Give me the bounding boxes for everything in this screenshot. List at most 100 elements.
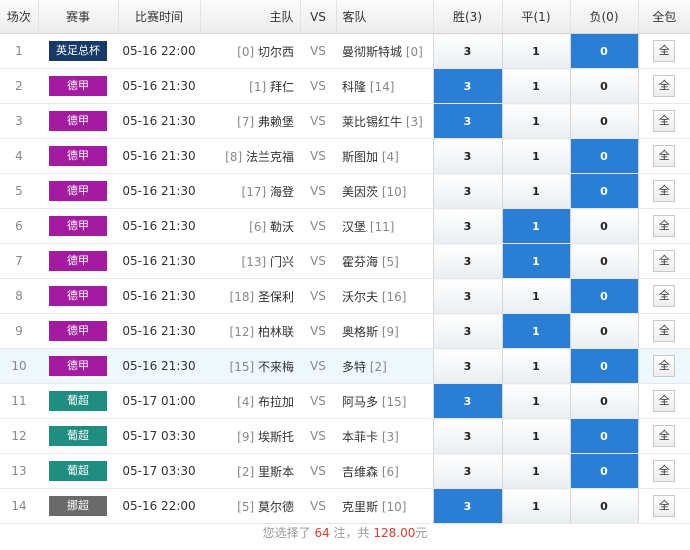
- odds-loss-cell[interactable]: 0: [569, 348, 638, 384]
- away-team[interactable]: 汉堡: [342, 220, 366, 234]
- away-team[interactable]: 曼彻斯特城: [342, 45, 402, 59]
- home-team[interactable]: 不来梅: [258, 360, 294, 374]
- odds-loss-cell[interactable]: 0: [569, 173, 638, 209]
- select-all-button[interactable]: 全: [653, 75, 676, 97]
- away-team[interactable]: 吉维森: [342, 465, 378, 479]
- select-all-button[interactable]: 全: [653, 250, 676, 272]
- home-team[interactable]: 法兰克福: [246, 150, 294, 164]
- header-league: 赛事: [38, 0, 119, 34]
- select-all-button[interactable]: 全: [653, 110, 676, 132]
- home-team[interactable]: 海登: [270, 185, 294, 199]
- odds-draw-cell[interactable]: 1: [501, 173, 570, 209]
- league-badge[interactable]: 挪超: [49, 496, 107, 516]
- odds-draw-cell[interactable]: 1: [501, 453, 570, 489]
- select-all-button[interactable]: 全: [653, 355, 676, 377]
- select-all-button[interactable]: 全: [653, 285, 676, 307]
- odds-draw-cell[interactable]: 1: [501, 138, 570, 174]
- away-team[interactable]: 奥格斯: [342, 325, 378, 339]
- odds-win-cell[interactable]: 3: [432, 453, 502, 489]
- home-team[interactable]: 勒沃: [270, 220, 294, 234]
- odds-win-cell[interactable]: 3: [432, 383, 502, 419]
- league-badge[interactable]: 德甲: [49, 356, 107, 376]
- away-team[interactable]: 霍芬海: [342, 255, 378, 269]
- odds-win-cell[interactable]: 3: [432, 173, 502, 209]
- home-team[interactable]: 柏林联: [258, 325, 294, 339]
- odds-win-cell[interactable]: 3: [432, 68, 502, 104]
- league-badge[interactable]: 德甲: [49, 251, 107, 271]
- league-badge[interactable]: 德甲: [49, 76, 107, 96]
- odds-draw-cell[interactable]: 1: [501, 208, 570, 244]
- league-badge[interactable]: 德甲: [49, 286, 107, 306]
- home-team[interactable]: 门兴: [270, 255, 294, 269]
- away-team[interactable]: 本菲卡: [342, 430, 378, 444]
- league-badge[interactable]: 德甲: [49, 146, 107, 166]
- select-all-button[interactable]: 全: [653, 40, 676, 62]
- league-badge[interactable]: 德甲: [49, 181, 107, 201]
- select-all-button[interactable]: 全: [653, 180, 676, 202]
- away-team[interactable]: 克里斯: [342, 500, 378, 514]
- odds-loss-cell[interactable]: 0: [569, 418, 638, 454]
- odds-loss-cell[interactable]: 0: [569, 453, 638, 489]
- odds-draw-cell[interactable]: 1: [501, 68, 570, 104]
- league-badge[interactable]: 德甲: [49, 321, 107, 341]
- odds-loss-cell[interactable]: 0: [569, 68, 638, 104]
- odds-loss-cell[interactable]: 0: [569, 243, 638, 279]
- league-badge[interactable]: 葡超: [49, 426, 107, 446]
- home-team[interactable]: 布拉加: [258, 395, 294, 409]
- odds-loss-cell[interactable]: 0: [569, 383, 638, 419]
- away-team[interactable]: 科隆: [342, 80, 366, 94]
- select-all-button[interactable]: 全: [653, 145, 676, 167]
- away-team[interactable]: 美因茨: [342, 185, 378, 199]
- select-all-button[interactable]: 全: [653, 425, 676, 447]
- odds-draw-cell[interactable]: 1: [501, 103, 570, 139]
- league-badge[interactable]: 德甲: [49, 216, 107, 236]
- odds-win-cell[interactable]: 3: [432, 348, 502, 384]
- select-all-button[interactable]: 全: [653, 215, 676, 237]
- odds-loss-cell[interactable]: 0: [569, 278, 638, 314]
- odds-loss-cell[interactable]: 0: [569, 208, 638, 244]
- away-team[interactable]: 斯图加: [342, 150, 378, 164]
- odds-draw-cell[interactable]: 1: [501, 348, 570, 384]
- league-badge[interactable]: 葡超: [49, 391, 107, 411]
- home-team[interactable]: 弗赖堡: [258, 115, 294, 129]
- odds-loss-cell[interactable]: 0: [569, 33, 638, 69]
- odds-win-cell[interactable]: 3: [432, 313, 502, 349]
- odds-win-cell[interactable]: 3: [432, 103, 502, 139]
- home-team[interactable]: 圣保利: [258, 290, 294, 304]
- away-rank: [5]: [381, 254, 399, 269]
- home-team[interactable]: 埃斯托: [258, 430, 294, 444]
- odds-loss-cell[interactable]: 0: [569, 313, 638, 349]
- select-all-button[interactable]: 全: [653, 495, 676, 517]
- home-team[interactable]: 切尔西: [258, 45, 294, 59]
- odds-win-cell[interactable]: 3: [432, 418, 502, 454]
- odds-win-cell[interactable]: 3: [432, 243, 502, 279]
- odds-draw-cell[interactable]: 1: [501, 418, 570, 454]
- home-rank: [18]: [229, 289, 255, 304]
- odds-draw-cell[interactable]: 1: [501, 383, 570, 419]
- away-team[interactable]: 莱比锡红牛: [342, 115, 402, 129]
- odds-loss-cell[interactable]: 0: [569, 103, 638, 139]
- home-team[interactable]: 里斯本: [258, 465, 294, 479]
- away-team[interactable]: 多特: [342, 360, 366, 374]
- odds-draw-cell[interactable]: 1: [501, 243, 570, 279]
- select-all-button[interactable]: 全: [653, 390, 676, 412]
- odds-draw-cell[interactable]: 1: [501, 278, 570, 314]
- away-team[interactable]: 沃尔夫: [342, 290, 378, 304]
- odds-win-cell[interactable]: 3: [432, 208, 502, 244]
- odds-loss-cell[interactable]: 0: [569, 138, 638, 174]
- league-badge[interactable]: 葡超: [49, 461, 107, 481]
- odds-draw-cell[interactable]: 1: [501, 33, 570, 69]
- away-team[interactable]: 阿马多: [342, 395, 378, 409]
- home-team-cell: [9] 埃斯托: [200, 418, 300, 454]
- home-team[interactable]: 莫尔德: [258, 500, 294, 514]
- league-badge[interactable]: 德甲: [49, 111, 107, 131]
- odds-draw-cell[interactable]: 1: [501, 313, 570, 349]
- home-team[interactable]: 拜仁: [270, 80, 294, 94]
- odds-win-cell[interactable]: 3: [432, 33, 502, 69]
- odds-win-cell[interactable]: 3: [432, 138, 502, 174]
- league-badge[interactable]: 英足总杯: [49, 41, 107, 61]
- select-all-button[interactable]: 全: [653, 320, 676, 342]
- match-list: 1 英足总杯 05-16 22:00 [0] 切尔西 VS 曼彻斯特城 [0] 3 1 0 全 2 德…: [0, 33, 690, 524]
- odds-win-cell[interactable]: 3: [432, 278, 502, 314]
- select-all-button[interactable]: 全: [653, 460, 676, 482]
